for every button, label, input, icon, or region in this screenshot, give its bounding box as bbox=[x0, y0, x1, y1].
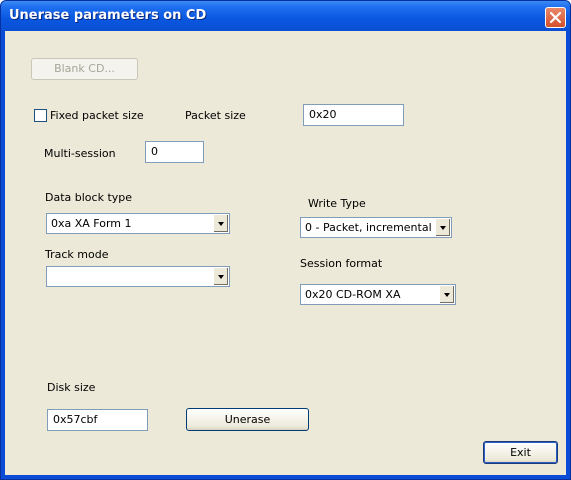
session-format-select[interactable]: 0x20 CD-ROM XA bbox=[300, 284, 456, 305]
exit-button[interactable]: Exit bbox=[483, 441, 558, 464]
session-format-value: 0x20 CD-ROM XA bbox=[305, 288, 401, 301]
fixed-packet-size-checkbox[interactable] bbox=[34, 109, 47, 122]
chevron-down-icon[interactable] bbox=[213, 268, 228, 285]
packet-size-input[interactable]: 0x20 bbox=[303, 104, 404, 126]
close-icon bbox=[550, 12, 561, 23]
packet-size-label: Packet size bbox=[185, 109, 246, 122]
close-button[interactable] bbox=[545, 7, 566, 28]
blank-cd-button[interactable]: Blank CD... bbox=[31, 58, 138, 80]
write-type-label: Write Type bbox=[308, 197, 366, 210]
multi-session-input[interactable]: 0 bbox=[145, 141, 204, 163]
data-block-type-label: Data block type bbox=[45, 191, 133, 204]
chevron-down-icon[interactable] bbox=[435, 219, 450, 236]
disk-size-input[interactable]: 0x57cbf bbox=[47, 409, 148, 431]
write-type-value: 0 - Packet, incremental bbox=[305, 221, 432, 234]
session-format-label: Session format bbox=[300, 257, 383, 270]
write-type-select[interactable]: 0 - Packet, incremental bbox=[300, 217, 452, 238]
fixed-packet-size-label: Fixed packet size bbox=[50, 109, 144, 122]
chevron-down-icon[interactable] bbox=[439, 286, 454, 303]
dialog-client-area: Blank CD... Fixed packet size Packet siz… bbox=[5, 31, 566, 475]
chevron-down-icon[interactable] bbox=[213, 215, 228, 232]
data-block-type-select[interactable]: 0xa XA Form 1 bbox=[46, 213, 230, 234]
multi-session-label: Multi-session bbox=[44, 147, 116, 160]
track-mode-label: Track mode bbox=[45, 248, 109, 261]
track-mode-select[interactable] bbox=[46, 266, 230, 287]
unerase-button[interactable]: Unerase bbox=[186, 408, 309, 431]
disk-size-label: Disk size bbox=[47, 381, 96, 394]
dialog-window: Unerase parameters on CD Blank CD... Fix… bbox=[0, 0, 571, 480]
window-title: Unerase parameters on CD bbox=[9, 8, 207, 23]
title-bar[interactable]: Unerase parameters on CD bbox=[1, 1, 570, 31]
data-block-type-value: 0xa XA Form 1 bbox=[51, 217, 132, 230]
